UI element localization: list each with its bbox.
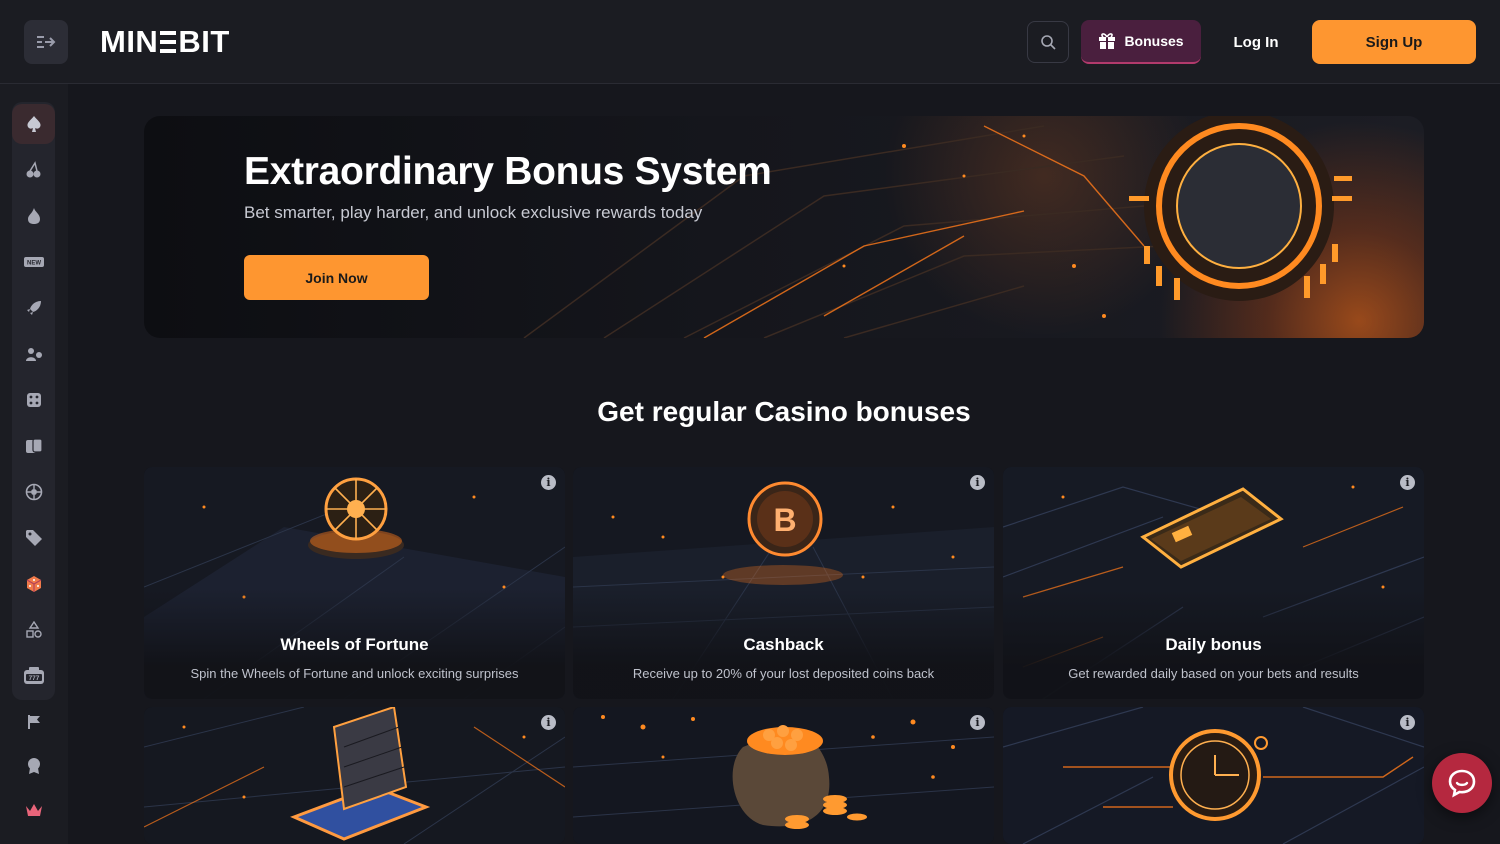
logo-text-left: MIN <box>100 24 159 59</box>
sidebar-category-group: NEW 777 <box>12 102 55 700</box>
sidebar-item-roulette[interactable] <box>12 472 55 512</box>
tag-icon <box>25 530 42 546</box>
rocket-icon <box>26 301 41 315</box>
sidebar-item-vip[interactable] <box>12 790 55 830</box>
sidebar-item-promotions[interactable] <box>12 518 55 558</box>
card-description: Spin the Wheels of Fortune and unlock ex… <box>190 666 519 681</box>
info-icon[interactable]: i <box>541 715 556 730</box>
search-icon <box>1041 35 1056 50</box>
bonus-card-wheels-of-fortune[interactable]: i Wheels of Fortune Spin the Wheels of F… <box>144 467 565 699</box>
top-header: MIN BIT Bonuses Log In Sign Up <box>0 0 1500 84</box>
logo-e-mark <box>160 31 177 53</box>
signup-button[interactable]: Sign Up <box>1312 20 1476 64</box>
sidebar-item-live[interactable] <box>12 334 55 374</box>
info-icon[interactable]: i <box>970 715 985 730</box>
bonus-card-cashback[interactable]: B i Cashback Receive up to 20% of your l… <box>573 467 994 699</box>
cards-icon <box>25 438 43 453</box>
provably-fair-dice-icon <box>26 576 41 592</box>
svg-text:777: 777 <box>28 675 39 682</box>
hero-subtitle: Bet smarter, play harder, and unlock exc… <box>244 203 703 222</box>
bonus-card-stopwatch[interactable]: i <box>1003 707 1424 844</box>
card-description: Receive up to 20% of your lost deposited… <box>632 666 935 681</box>
new-badge-icon: NEW <box>23 257 44 267</box>
info-icon[interactable]: i <box>1400 475 1415 490</box>
card-description: Get rewarded daily based on your bets an… <box>1068 666 1359 681</box>
award-icon <box>27 758 40 774</box>
live-dealer-icon <box>25 348 42 361</box>
info-icon[interactable]: i <box>970 475 985 490</box>
crown-icon <box>25 804 42 816</box>
sidebar-item-dice[interactable] <box>12 380 55 420</box>
sidebar-item-crash[interactable] <box>12 288 55 328</box>
svg-text:NEW: NEW <box>27 261 41 267</box>
slot-machine-icon: 777 <box>23 667 44 684</box>
calendar-art <box>144 707 565 844</box>
stopwatch-art <box>1003 707 1424 844</box>
search-button[interactable] <box>1027 21 1069 63</box>
live-chat-button[interactable] <box>1432 753 1492 813</box>
info-icon[interactable]: i <box>541 475 556 490</box>
join-now-button[interactable]: Join Now <box>244 255 429 300</box>
card-title: Daily bonus <box>1165 635 1262 654</box>
flag-icon <box>27 715 40 729</box>
sidebar-toggle-icon <box>37 36 56 48</box>
minebit-logo[interactable]: MIN BIT <box>100 24 230 60</box>
sidebar-item-sports[interactable] <box>12 702 55 742</box>
section-title: Get regular Casino bonuses <box>597 396 971 427</box>
sidebar: NEW 777 <box>0 84 68 844</box>
sidebar-item-hot[interactable] <box>12 196 55 236</box>
sidebar-item-casino[interactable] <box>12 104 55 144</box>
sidebar-item-new[interactable]: NEW <box>12 242 55 282</box>
info-icon[interactable]: i <box>1400 715 1415 730</box>
sidebar-item-classic-slots[interactable]: 777 <box>12 656 55 696</box>
sidebar-item-slots[interactable] <box>12 150 55 190</box>
dice-icon <box>26 393 41 407</box>
bonus-card-coins[interactable]: i <box>573 707 994 844</box>
spade-icon <box>26 116 41 132</box>
card-title: Wheels of Fortune <box>280 635 429 654</box>
cherry-icon <box>26 161 40 178</box>
sidebar-item-other-games[interactable] <box>12 610 55 650</box>
flame-icon <box>27 208 40 224</box>
logo-text-right: BIT <box>178 24 230 59</box>
bonus-card-daily-bonus[interactable]: i Daily bonus Get rewarded daily based o… <box>1003 467 1424 699</box>
sidebar-item-rewards[interactable] <box>12 746 55 786</box>
hero-title: Extraordinary Bonus System <box>244 150 772 193</box>
bonuses-button[interactable]: Bonuses <box>1081 20 1201 64</box>
sidebar-item-originals[interactable] <box>12 564 55 604</box>
coin-bag-art <box>573 707 994 844</box>
roulette-icon <box>25 483 42 501</box>
shapes-icon <box>25 621 42 638</box>
bonuses-label: Bonuses <box>1124 33 1184 49</box>
login-button[interactable]: Log In <box>1214 20 1298 64</box>
chat-bubble-icon <box>1448 769 1476 798</box>
hero-banner: Extraordinary Bonus System Bet smarter, … <box>144 116 1424 338</box>
svg-text:B: B <box>773 502 796 538</box>
sidebar-toggle-button[interactable] <box>24 20 68 64</box>
bonus-card-calendar[interactable]: i <box>144 707 565 844</box>
card-title: Cashback <box>743 635 824 654</box>
sidebar-item-table-games[interactable] <box>12 426 55 466</box>
gift-icon <box>1099 33 1116 49</box>
